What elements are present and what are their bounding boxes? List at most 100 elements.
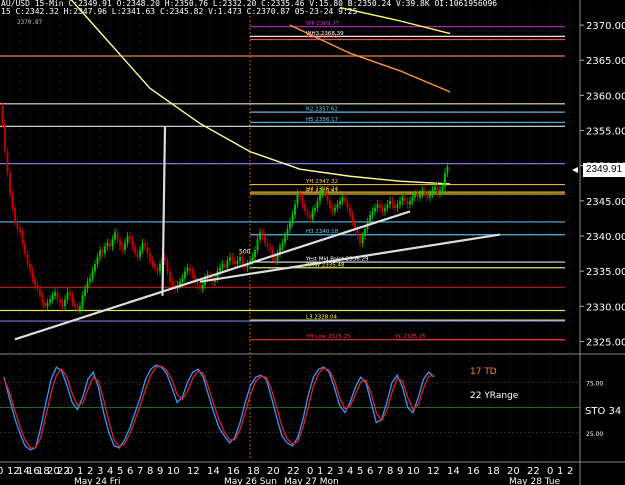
candle-body — [59, 299, 61, 303]
time-tick-label: 2 — [87, 466, 93, 477]
candle-body — [34, 278, 36, 286]
candle-body — [294, 204, 296, 215]
candle-body — [1, 105, 4, 124]
candle-body — [344, 197, 346, 201]
candle-body — [431, 190, 434, 194]
candle-body — [281, 243, 284, 247]
candle-body — [311, 211, 314, 219]
candle-body — [121, 246, 124, 251]
candle-body — [224, 264, 226, 268]
sto-label: STO 34 — [585, 406, 621, 417]
date-label: May 27 Mon — [284, 477, 339, 485]
candle-body — [444, 172, 446, 187]
candle-body — [399, 200, 401, 205]
level-label: H5 2356.17 — [306, 117, 339, 123]
candle-body — [146, 246, 149, 254]
candle-body — [384, 207, 386, 212]
time-tick-label: 5 — [357, 466, 363, 477]
candle-body — [169, 271, 171, 282]
time-tick-label: 18 — [247, 466, 260, 477]
candle-body — [29, 264, 31, 272]
candle-body — [389, 200, 391, 205]
candle-body — [351, 214, 354, 222]
candle-body — [231, 257, 234, 261]
candle-body — [151, 260, 154, 265]
candle-body — [81, 295, 84, 307]
candle-body — [94, 264, 96, 272]
candle-body — [79, 306, 81, 310]
candle-body — [421, 190, 424, 194]
candle-body — [141, 243, 144, 251]
time-tick-label: 0 — [67, 466, 73, 477]
candle-body — [184, 271, 186, 279]
candle-body — [396, 204, 399, 208]
candle-body — [31, 271, 34, 279]
candle-body — [109, 243, 111, 247]
time-tick-label: 18 — [487, 466, 500, 477]
chart-annotation: 500 — [239, 249, 251, 256]
level-label: R2 2357.62 — [306, 107, 338, 113]
candle-body — [49, 299, 51, 303]
candle-body — [394, 204, 396, 208]
candle-body — [331, 207, 334, 212]
candle-body — [9, 172, 11, 194]
candle-body — [16, 221, 19, 229]
candle-body — [19, 228, 21, 233]
candle-body — [189, 267, 191, 272]
time-tick-label: 10 — [407, 466, 420, 477]
candle-body — [171, 281, 174, 286]
candle-body — [51, 295, 54, 300]
candle-body — [236, 260, 239, 265]
time-tick-label: 2 — [327, 466, 333, 477]
candle-body — [381, 207, 384, 212]
time-tick-label: 14 — [207, 466, 220, 477]
candle-body — [264, 236, 266, 244]
time-tick-label: 6 — [367, 466, 373, 477]
time-tick-label: 12 — [187, 466, 200, 477]
yrange-label: 22 YRange — [470, 391, 519, 401]
price-tick-label: 2340.00 — [586, 232, 625, 243]
candle-body — [341, 197, 344, 201]
candle-body — [251, 257, 254, 261]
time-tick-label: 9 — [397, 466, 403, 477]
time-tick-label: 16 — [467, 466, 480, 477]
candle-body — [336, 204, 339, 208]
time-tick-label: 20 — [507, 466, 520, 477]
candle-body — [44, 302, 46, 307]
candle-body — [166, 260, 169, 272]
candle-body — [424, 190, 426, 194]
candle-body — [356, 228, 359, 236]
candle-body — [14, 207, 16, 222]
time-tick-label: 4 — [347, 466, 353, 477]
candle-body — [291, 214, 294, 222]
candle-body — [316, 200, 319, 208]
candle-body — [86, 281, 89, 289]
candle-body — [6, 151, 9, 173]
candle-body — [61, 302, 64, 307]
time-tick-label: 1 — [317, 466, 323, 477]
time-tick-label: 8 — [147, 466, 153, 477]
candle-body — [221, 264, 224, 268]
candle-body — [154, 264, 156, 268]
candle-body — [56, 292, 59, 300]
candle-body — [391, 200, 394, 205]
chart-header: AU/USD 15-Min C:2349.91 O:2348.20 H:2350… — [1, 0, 497, 16]
time-tick-label: 0 — [547, 466, 553, 477]
candle-body — [306, 211, 309, 215]
candle-body — [416, 193, 419, 198]
candle-body — [4, 123, 6, 152]
candle-body — [201, 285, 204, 289]
price-tick-label: 2345.00 — [586, 197, 625, 208]
candle-body — [376, 204, 379, 208]
candle-body — [299, 193, 301, 198]
price-tick-label: 2370.00 — [586, 21, 625, 32]
candle-body — [309, 214, 311, 219]
td-label: 17 TD — [470, 367, 497, 377]
candle-body — [84, 288, 86, 296]
candle-body — [241, 257, 244, 265]
candle-body — [124, 243, 126, 251]
candle-body — [186, 267, 189, 272]
candle-body — [266, 243, 269, 247]
candle-body — [319, 193, 321, 201]
candle-body — [361, 236, 364, 244]
